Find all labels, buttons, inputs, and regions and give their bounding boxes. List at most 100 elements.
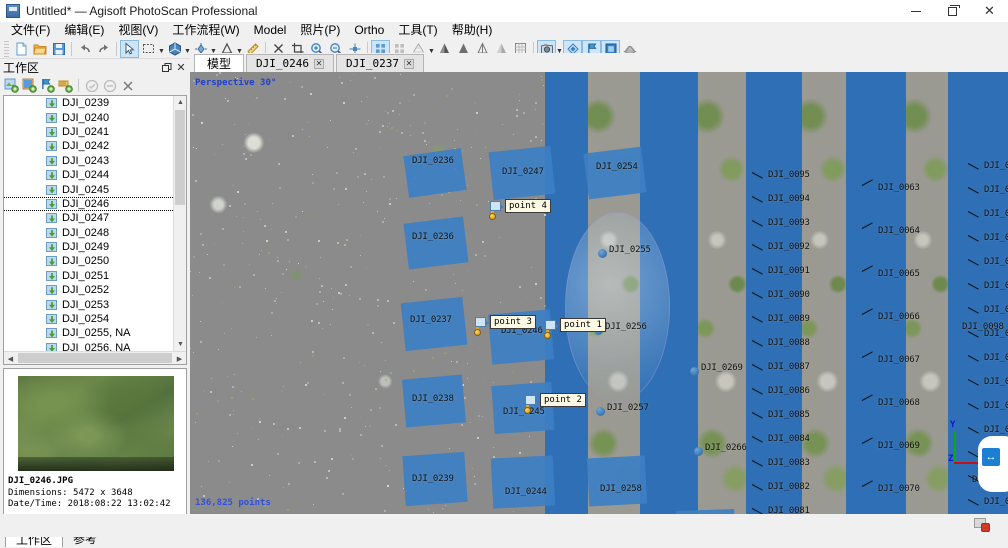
list-item[interactable]: DJI_0248 xyxy=(4,226,173,240)
list-item[interactable]: DJI_0256, NA xyxy=(4,341,173,351)
point-speck xyxy=(346,239,348,241)
menu-file[interactable]: 文件(F) xyxy=(4,22,57,39)
list-item[interactable]: DJI_0247 xyxy=(4,211,173,225)
point-speck xyxy=(429,142,430,143)
list-item[interactable]: DJI_0242 xyxy=(4,139,173,153)
menu-tools[interactable]: 工具(T) xyxy=(391,22,444,39)
point-speck xyxy=(380,371,381,372)
photo-tree-hscrollbar[interactable]: ◀ ▶ xyxy=(4,351,186,364)
list-item[interactable]: DJI_0250 xyxy=(4,254,173,268)
list-item[interactable]: DJI_0244 xyxy=(4,168,173,182)
add-scalebar-icon[interactable] xyxy=(57,77,74,94)
gcp-marker[interactable]: point 1 xyxy=(545,318,606,332)
camera-label: DJI_0068 xyxy=(878,398,920,408)
point-speck xyxy=(476,204,478,206)
camera-label: DJI_0067 xyxy=(878,355,920,365)
remove-icon[interactable] xyxy=(119,77,136,94)
list-item[interactable]: DJI_0255, NA xyxy=(4,326,173,340)
list-item[interactable]: DJI_0245 xyxy=(4,182,173,196)
close-tab-icon[interactable]: ✕ xyxy=(314,59,324,69)
point-speck xyxy=(255,491,256,492)
gcp-marker[interactable]: point 2 xyxy=(525,393,586,407)
vscroll-thumb[interactable] xyxy=(175,110,185,205)
select-arrow-icon[interactable] xyxy=(120,40,139,58)
point-speck xyxy=(476,112,478,114)
maximize-button[interactable] xyxy=(934,0,971,22)
point-speck xyxy=(316,303,318,305)
new-document-icon[interactable] xyxy=(11,40,30,58)
toolbar-grip[interactable] xyxy=(4,41,9,57)
camera-sphere[interactable] xyxy=(690,367,699,376)
gcp-marker[interactable]: point 4 xyxy=(490,199,551,213)
camera-sphere[interactable] xyxy=(694,447,703,456)
chevron-down-icon[interactable]: ▼ xyxy=(158,40,165,58)
minimize-button[interactable] xyxy=(897,0,934,22)
point-speck xyxy=(320,257,321,258)
model-viewport[interactable]: Perspective 30° 136,825 points DJI_0236D… xyxy=(190,72,1008,514)
redo-icon[interactable] xyxy=(94,40,113,58)
point-speck xyxy=(257,211,258,212)
status-disabled-icon[interactable] xyxy=(974,518,990,532)
list-item[interactable]: DJI_0241 xyxy=(4,125,173,139)
close-tab-icon[interactable]: ✕ xyxy=(404,59,414,69)
list-item[interactable]: DJI_0239 xyxy=(4,96,173,110)
point-speck xyxy=(353,74,354,75)
pan-tool-button[interactable]: ↔ xyxy=(980,446,1008,476)
point-speck xyxy=(312,351,314,353)
save-icon[interactable] xyxy=(49,40,68,58)
camera-footprint[interactable] xyxy=(587,456,647,507)
point-speck xyxy=(350,80,351,81)
undo-icon[interactable] xyxy=(75,40,94,58)
add-markers-icon[interactable] xyxy=(39,77,56,94)
photo-thumbnail[interactable] xyxy=(18,376,174,471)
point-speck xyxy=(390,372,392,374)
add-photos-icon[interactable] xyxy=(21,77,38,94)
tab-dji-0237[interactable]: DJI_0237 ✕ xyxy=(336,54,424,72)
photo-tree[interactable]: DJI_0239DJI_0240DJI_0241DJI_0242DJI_0243… xyxy=(3,95,187,365)
list-item[interactable]: DJI_0254 xyxy=(4,312,173,326)
scroll-down-arrow[interactable]: ▼ xyxy=(174,338,187,351)
list-item[interactable]: DJI_0252 xyxy=(4,283,173,297)
list-item[interactable]: DJI_0249 xyxy=(4,240,173,254)
point-speck xyxy=(232,191,233,192)
list-item[interactable]: DJI_0246 xyxy=(4,197,173,211)
axis-z-label: Z xyxy=(948,454,953,464)
open-folder-icon[interactable] xyxy=(30,40,49,58)
menu-view[interactable]: 视图(V) xyxy=(111,22,165,39)
list-item[interactable]: DJI_0243 xyxy=(4,154,173,168)
photo-tree-vscrollbar[interactable]: ▲ ▼ xyxy=(173,96,186,351)
tab-model[interactable]: 模型 xyxy=(194,54,244,72)
rectangle-select-icon[interactable] xyxy=(139,40,158,58)
point-speck xyxy=(276,298,277,299)
camera-sphere[interactable] xyxy=(596,407,605,416)
camera-sphere[interactable] xyxy=(598,249,607,258)
list-item[interactable]: DJI_0253 xyxy=(4,297,173,311)
list-item[interactable]: DJI_0251 xyxy=(4,269,173,283)
menu-edit[interactable]: 编辑(E) xyxy=(57,22,111,39)
add-chunk-icon[interactable] xyxy=(3,77,20,94)
scroll-left-arrow[interactable]: ◀ xyxy=(4,352,17,365)
list-item[interactable]: DJI_0240 xyxy=(4,110,173,124)
move-object-icon[interactable] xyxy=(165,40,184,58)
point-speck xyxy=(330,233,331,234)
float-panel-icon[interactable] xyxy=(161,61,173,74)
point-speck xyxy=(318,240,320,242)
enable-icon[interactable] xyxy=(83,77,100,94)
camera-footprint[interactable] xyxy=(403,217,468,270)
hscroll-thumb[interactable] xyxy=(18,353,172,363)
menu-model[interactable]: Model xyxy=(247,22,294,39)
scroll-up-arrow[interactable]: ▲ xyxy=(174,96,187,109)
close-button[interactable]: ✕ xyxy=(971,0,1008,22)
camera-footprint[interactable] xyxy=(583,147,646,200)
disable-icon[interactable] xyxy=(101,77,118,94)
menu-ortho[interactable]: Ortho xyxy=(347,22,391,39)
menu-help[interactable]: 帮助(H) xyxy=(445,22,500,39)
menu-photo[interactable]: 照片(P) xyxy=(293,22,347,39)
point-speck xyxy=(249,96,250,97)
gcp-marker[interactable]: point 3 xyxy=(475,315,536,329)
close-panel-icon[interactable]: ✕ xyxy=(175,61,187,74)
camera-footprint[interactable] xyxy=(491,455,556,508)
tab-dji-0246[interactable]: DJI_0246 ✕ xyxy=(246,54,334,72)
scroll-right-arrow[interactable]: ▶ xyxy=(173,352,186,365)
menu-workflow[interactable]: 工作流程(W) xyxy=(165,22,246,39)
